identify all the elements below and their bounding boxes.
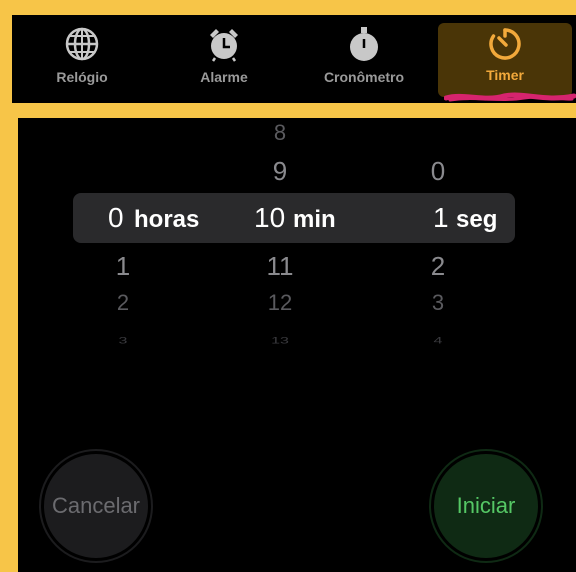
seconds-selected-value: 1: [433, 202, 449, 233]
tab-alarm-label: Alarme: [200, 69, 248, 85]
seconds-option[interactable]: 4: [434, 336, 443, 347]
timer-icon: [486, 25, 524, 63]
seconds-option[interactable]: 0: [431, 156, 445, 187]
globe-icon: [64, 25, 100, 63]
seconds-unit-label: seg: [456, 206, 498, 233]
minutes-option[interactable]: 12: [268, 290, 292, 316]
seconds-option[interactable]: 2: [431, 251, 445, 282]
scribble-annotation: [444, 92, 576, 102]
hours-unit-label: horas: [134, 206, 200, 233]
cancel-button[interactable]: Cancelar: [44, 454, 148, 558]
minutes-option[interactable]: 13: [271, 336, 289, 347]
minutes-option[interactable]: 8: [274, 120, 286, 146]
tab-timer-label: Timer: [486, 67, 524, 83]
tab-timer[interactable]: Timer: [438, 23, 572, 97]
alarm-clock-icon: [205, 25, 243, 63]
hours-selected-value: 0: [108, 202, 124, 233]
hours-option[interactable]: 1: [116, 251, 130, 282]
minutes-selected-value: 10: [254, 202, 286, 233]
minutes-option[interactable]: 9: [273, 156, 287, 187]
tab-stopwatch-label: Cronômetro: [323, 69, 405, 85]
hours-option[interactable]: 2: [117, 290, 129, 316]
tab-clock[interactable]: Relógio: [22, 15, 142, 103]
minutes-option[interactable]: 11: [267, 251, 294, 282]
stopwatch-icon: [346, 25, 382, 63]
tab-alarm[interactable]: Alarme: [164, 15, 284, 103]
start-button[interactable]: Iniciar: [434, 454, 538, 558]
hours-option[interactable]: 3: [119, 336, 128, 347]
minutes-unit-label: min: [293, 206, 336, 233]
tab-clock-label: Relógio: [56, 69, 108, 85]
tab-stopwatch[interactable]: Cronômetro: [302, 15, 426, 103]
seconds-option[interactable]: 3: [432, 290, 444, 316]
timer-panel: 3 1 2 0 horas 8 9 10 min 11 12 13 0 1 se…: [18, 118, 576, 572]
